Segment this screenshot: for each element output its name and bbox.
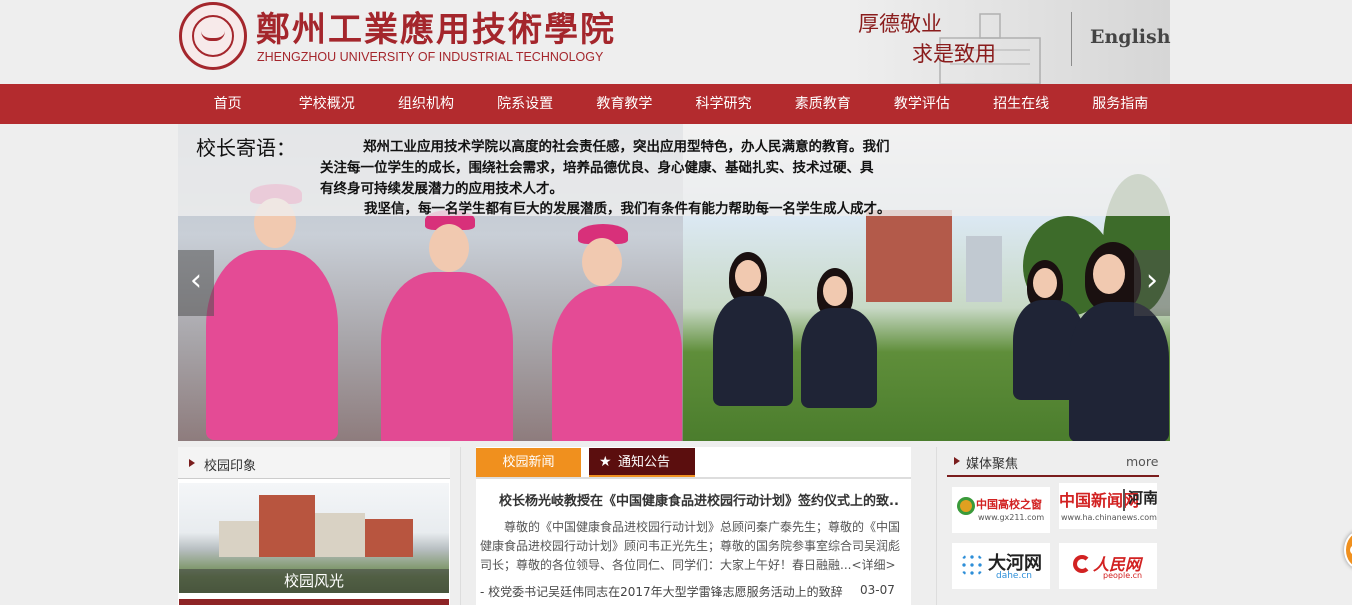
floating-service-button[interactable]	[1344, 531, 1352, 569]
principal-message-title: 校长寄语：	[196, 136, 296, 160]
media-logo-name: 中国高校之窗	[976, 498, 1042, 511]
media-more-link[interactable]: more	[1126, 454, 1158, 469]
media-logo-url: www.ha.chinanews.com	[1061, 513, 1157, 522]
principal-message-line: 郑州工业应用技术学院以高度的社会责任感，突出应用型特色，办人民满意的教育。我们	[363, 139, 890, 155]
campus-photo[interactable]: 校园风光	[179, 483, 449, 593]
nav-item-admissions[interactable]: 招生在线	[972, 84, 1071, 124]
school-name-cn: 鄭州工業應用技術學院	[256, 10, 616, 50]
nav-item-evaluation[interactable]: 教学评估	[872, 84, 971, 124]
nav-item-about[interactable]: 学校概况	[277, 84, 376, 124]
english-link[interactable]: English	[1090, 26, 1171, 48]
motto-line-1: 厚德敬业	[858, 12, 942, 36]
news-summary-line[interactable]: 司长；尊敬的各位领导、各位同仁、同学们：大家上午好！春日融融...<详细>	[480, 556, 910, 573]
university-logo[interactable]	[179, 2, 247, 70]
tab-campus-news[interactable]: 校园新闻	[476, 448, 581, 477]
news-list-date: 03-07	[860, 583, 895, 597]
campus-building	[365, 519, 413, 557]
campus-building	[315, 513, 365, 557]
column-divider	[936, 447, 937, 605]
dahe-logo-icon	[960, 553, 984, 577]
media-logo-region: 河南	[1128, 489, 1157, 507]
media-logo-name: 中国新闻网	[1059, 491, 1140, 510]
principal-message-line: 有终身可持续发展潜力的应用技术人才。	[320, 181, 563, 197]
campus-panel-title: 校园印象	[204, 459, 257, 474]
news-summary-line: 健康食品进校园行动计划》顾问韦正光先生；尊敬的国务院参事室综合司吴润彪	[480, 539, 901, 553]
campus-building	[219, 521, 259, 557]
media-focus-panel: 媒体聚焦 more 中国高校之窗 www.gx211.com 中国新闻网 河南 …	[947, 447, 1159, 605]
media-logo-chinanews[interactable]: 中国新闻网 河南 www.ha.chinanews.com	[1059, 483, 1157, 529]
triangle-right-icon	[954, 457, 960, 465]
nav-item-teaching[interactable]: 教育教学	[575, 84, 674, 124]
motto-line-2: 求是致用	[912, 42, 996, 66]
site-header: 鄭州工業應用技術學院 ZHENGZHOU UNIVERSITY OF INDUS…	[0, 0, 1352, 84]
principal-message-line: 关注每一位学生的成长，围绕社会需求，培养品德优良、身心健康、基础扎实、技术过硬、…	[320, 160, 874, 176]
logo-separator	[1123, 489, 1125, 511]
media-logo-url: dahe.cn	[996, 571, 1032, 581]
chevron-right-icon[interactable]: ›	[1134, 250, 1170, 316]
nav-item-home[interactable]: 首页	[178, 84, 277, 124]
gx211-logo-icon	[957, 497, 975, 515]
nav-item-quality-education[interactable]: 素质教育	[773, 84, 872, 124]
tab-notices[interactable]: ★ 通知公告	[589, 448, 695, 477]
news-list-item[interactable]: - 校党委书记吴廷伟同志在2017年大型学雷锋志愿服务活动上的致辞	[480, 583, 848, 600]
media-logo-url: people.cn	[1103, 571, 1143, 580]
principal-message-panel: 校长寄语： 郑州工业应用技术学院以高度的社会责任感，突出应用型特色，办人民满意的…	[178, 124, 1170, 217]
news-panel: 校园新闻 ★ 通知公告 校长杨光岐教授在《中国健康食品进校园行动计划》签约仪式上…	[476, 447, 911, 605]
campus-building	[259, 495, 315, 557]
media-panel-header: 媒体聚焦 more	[947, 447, 1159, 477]
campus-photo-caption: 校园风光	[179, 569, 449, 593]
banner-building	[966, 236, 1002, 302]
people-logo-icon	[1073, 555, 1091, 573]
nav-item-departments[interactable]: 院系设置	[476, 84, 575, 124]
campus-next-item-strip	[179, 599, 449, 605]
media-logo-dahe[interactable]: 大河网 dahe.cn	[952, 543, 1050, 589]
column-divider	[460, 447, 461, 605]
media-logo-people[interactable]: 人民网 people.cn	[1059, 543, 1157, 589]
media-logo-url: www.gx211.com	[978, 513, 1045, 522]
nav-item-organization[interactable]: 组织机构	[376, 84, 475, 124]
chevron-left-icon[interactable]: ‹	[178, 250, 214, 316]
star-icon: ★	[599, 454, 612, 470]
tab-underline	[476, 477, 911, 479]
banner-building	[866, 210, 952, 302]
nav-item-research[interactable]: 科学研究	[674, 84, 773, 124]
school-name-en: ZHENGZHOU UNIVERSITY OF INDUSTRIAL TECHN…	[257, 50, 604, 64]
tab-notices-label: 通知公告	[618, 455, 671, 470]
nav-item-services[interactable]: 服务指南	[1071, 84, 1170, 124]
principal-message-line: 我坚信，每一名学生都有巨大的发展潜质，我们有条件有能力帮助每一名学生成人成才。	[364, 201, 891, 217]
media-logo-gx211[interactable]: 中国高校之窗 www.gx211.com	[952, 487, 1050, 533]
campus-impression-panel: 校园印象 校园风光	[178, 447, 450, 605]
main-nav: 首页 学校概况 组织机构 院系设置 教育教学 科学研究 素质教育 教学评估 招生…	[0, 84, 1352, 124]
triangle-right-icon	[189, 459, 195, 467]
campus-panel-header: 校园印象	[178, 447, 450, 479]
news-summary-line: 尊敬的《中国健康食品进校园行动计划》总顾问秦广泰先生；尊敬的《中国	[480, 520, 901, 534]
news-headline-link[interactable]: 校长杨光岐教授在《中国健康食品进校园行动计划》签约仪式上的致..	[499, 490, 899, 509]
hero-banner[interactable]: 校长寄语： 郑州工业应用技术学院以高度的社会责任感，突出应用型特色，办人民满意的…	[178, 124, 1170, 441]
header-divider	[1071, 12, 1072, 66]
media-panel-title: 媒体聚焦	[966, 457, 1019, 472]
